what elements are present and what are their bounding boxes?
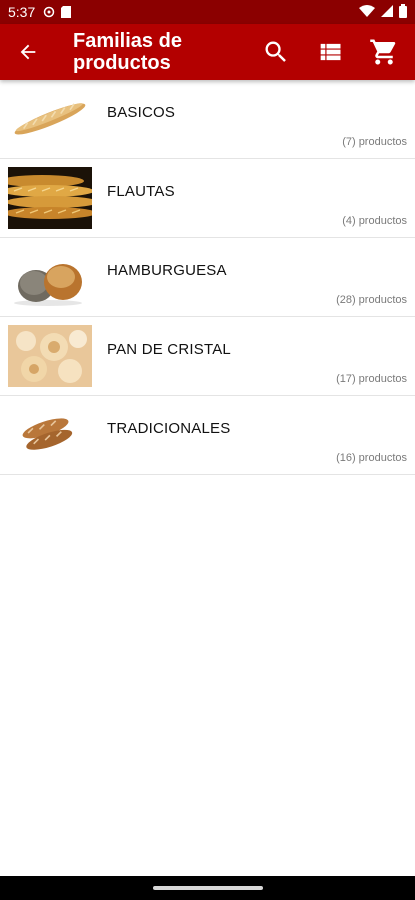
search-button[interactable] <box>249 24 303 80</box>
product-count: (17) productos <box>336 373 407 385</box>
list-item[interactable]: FLAUTAS (4) productos <box>0 159 415 238</box>
list-item[interactable]: HAMBURGUESA (28) productos <box>0 238 415 317</box>
family-name: BASICOS <box>107 104 176 121</box>
settings-gear-icon <box>43 6 55 18</box>
arrow-back-icon <box>20 44 36 60</box>
flutes-image <box>8 167 92 229</box>
wifi-icon <box>359 4 375 20</box>
family-list: BASICOS (7) productos FLAUTAS (4) produc… <box>0 80 415 475</box>
list-item[interactable]: PAN DE CRISTAL (17) productos <box>0 317 415 396</box>
list-view-icon <box>320 43 341 61</box>
baguette-image <box>8 88 92 150</box>
status-bar: 5:37 <box>0 0 415 24</box>
cart-button[interactable] <box>357 24 411 80</box>
signal-icon <box>381 4 393 20</box>
family-name: PAN DE CRISTAL <box>107 341 231 358</box>
family-name: FLAUTAS <box>107 183 175 200</box>
shopping-cart-icon <box>370 39 396 65</box>
rustic-loaves-image <box>8 404 92 466</box>
product-count: (16) productos <box>336 452 407 464</box>
page-title: Familias de productos <box>73 30 182 74</box>
list-view-button[interactable] <box>303 24 357 80</box>
product-count: (28) productos <box>336 294 407 306</box>
product-count: (4) productos <box>342 215 407 227</box>
list-item[interactable]: BASICOS (7) productos <box>0 80 415 159</box>
search-icon <box>265 41 286 62</box>
family-name: HAMBURGUESA <box>107 262 227 279</box>
burger-buns-image <box>8 246 92 308</box>
glass-bread-image <box>8 325 92 387</box>
back-button[interactable] <box>0 24 56 80</box>
app-bar: Familias de productos <box>0 24 415 80</box>
list-item[interactable]: TRADICIONALES (16) productos <box>0 396 415 475</box>
status-time: 5:37 <box>8 4 36 20</box>
home-gesture-handle[interactable] <box>152 886 263 890</box>
family-name: TRADICIONALES <box>107 420 231 437</box>
sim-card-icon <box>61 6 72 18</box>
product-count: (7) productos <box>342 136 407 148</box>
battery-icon <box>399 3 407 21</box>
system-nav-bar <box>0 876 415 900</box>
